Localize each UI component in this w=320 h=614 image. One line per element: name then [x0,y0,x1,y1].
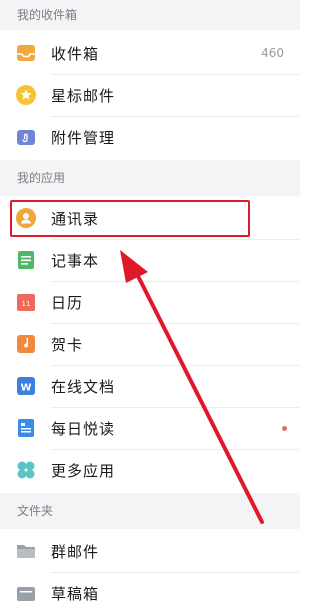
arrow-shaft [136,274,264,524]
arrow-head [120,250,148,283]
annotation-arrow [120,250,264,524]
